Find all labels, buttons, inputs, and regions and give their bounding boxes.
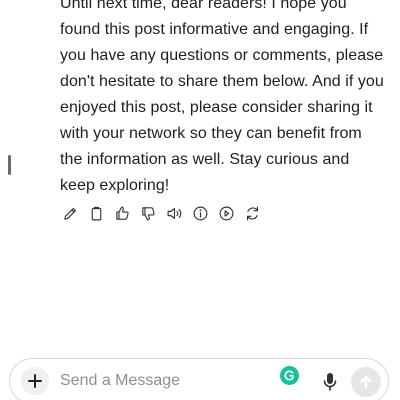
info-icon (193, 206, 208, 220)
edit-button[interactable] (61, 203, 80, 223)
add-attachment-button[interactable] (21, 367, 49, 395)
speaker-icon (167, 207, 182, 219)
chat-screen: Until next time, dear readers! I hope yo… (0, 0, 400, 400)
assistant-message: Until next time, dear readers! I hope yo… (60, 0, 384, 194)
microphone-icon (323, 373, 337, 391)
message-composer (9, 358, 389, 400)
info-button[interactable] (191, 203, 210, 223)
thumbs-down-icon (142, 206, 155, 220)
scroll-indicator[interactable] (8, 155, 11, 175)
copy-icon (91, 206, 102, 220)
grammarly-button[interactable] (280, 366, 299, 385)
copy-button[interactable] (87, 203, 106, 223)
voice-input-button[interactable] (320, 371, 340, 393)
thumbs-down-button[interactable] (139, 203, 158, 223)
play-button[interactable] (217, 203, 236, 223)
message-input[interactable] (60, 368, 270, 394)
edit-icon (64, 207, 77, 220)
send-button[interactable] (351, 367, 381, 397)
thumbs-up-icon (116, 206, 129, 220)
read-aloud-button[interactable] (165, 203, 184, 223)
plus-icon (28, 374, 42, 388)
thumbs-up-button[interactable] (113, 203, 132, 223)
regenerate-button[interactable] (243, 203, 262, 223)
regenerate-icon (246, 206, 259, 220)
message-actions-bar (61, 203, 269, 223)
arrow-up-icon (360, 375, 372, 389)
grammarly-icon (284, 370, 294, 381)
play-icon (219, 206, 234, 220)
